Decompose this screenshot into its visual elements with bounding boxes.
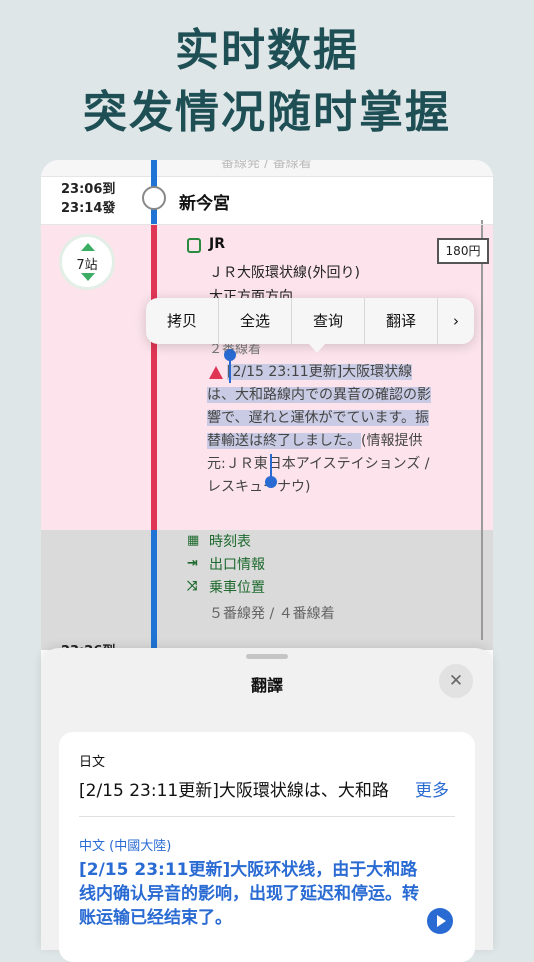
chevron-right-icon[interactable]: › [438,298,474,344]
select-all-button[interactable]: 全选 [219,298,292,344]
target-language[interactable]: 中文 (中國大陸) [79,835,171,854]
operator-label: JR [209,236,225,252]
selection-start-caret [229,359,231,383]
copy-button[interactable]: 拷贝 [146,298,219,344]
train-icon [187,238,201,253]
selection-end-handle[interactable] [265,476,277,488]
exit-icon: ⇥ [187,556,198,571]
headline-line2: 突发情况随时掌握 [83,87,451,138]
text-context-menu: 拷贝 全选 查询 翻译 › [146,298,474,344]
divider [79,816,455,817]
expand-up-icon [81,243,95,251]
stop-count: 7站 [76,258,98,273]
stop-count-toggle[interactable]: 7站 [59,234,115,290]
platform-info: ５番線発 / ４番線着 [209,606,335,622]
close-icon[interactable]: ✕ [439,664,473,698]
train-line [151,224,157,530]
translation-sheet: 翻譯 ✕ 日文 [2/15 23:11更新]大阪環状線は、大和路線内での異音の確… [41,648,493,962]
translation-card: 日文 [2/15 23:11更新]大阪環状線は、大和路線内での異音の確認 更多 … [59,732,475,962]
previous-row-clip: 番線発 / 番線着 [41,160,493,177]
context-menu-pointer [309,344,325,353]
lookup-button[interactable]: 查询 [292,298,365,344]
line-name: ＪＲ大阪環状線(外回り) [209,265,360,281]
fare-bracket-line [481,220,483,640]
station-node [142,186,166,210]
station-name[interactable]: 新今宮 [179,189,230,214]
more-button[interactable]: 更多 [415,776,449,801]
play-icon[interactable] [427,908,453,934]
selection-end-caret [270,454,272,478]
timetable-link[interactable]: ▦ 時刻表 [187,531,251,551]
expand-down-icon [81,273,95,281]
station-info-section [41,530,493,650]
sheet-grabber[interactable] [246,654,288,659]
headline-line1: 实时数据 [175,25,359,76]
exit-info-link[interactable]: ⇥ 出口情報 [187,554,265,574]
timetable-icon: ▦ [187,533,200,548]
arrival-time: 23:06到 [61,182,116,197]
source-language: 日文 [79,755,106,770]
departure-time: 23:14發 [61,201,116,216]
boarding-position-link[interactable]: ⤨ 乗車位置 [187,577,265,597]
translate-button[interactable]: 翻译 [365,298,438,344]
sheet-title: 翻譯 [250,676,283,695]
station-row[interactable]: 23:06到 23:14發 新今宮 [41,176,493,225]
source-text: [2/15 23:11更新]大阪環状線は、大和路線内での異音の確認 [79,781,389,801]
fare-badge: 180円 [437,238,489,264]
station-times: 23:06到 23:14發 [61,180,115,218]
service-notice[interactable]: [2/15 23:11更新]大阪環状線は、大和路線内での異音の確認の影響で、遅れ… [207,361,435,499]
shuffle-icon: ⤨ [187,579,198,594]
translated-text: [2/15 23:11更新]大阪环状线，由于大和路线内确认异音的影响，出现了延迟… [79,860,419,928]
